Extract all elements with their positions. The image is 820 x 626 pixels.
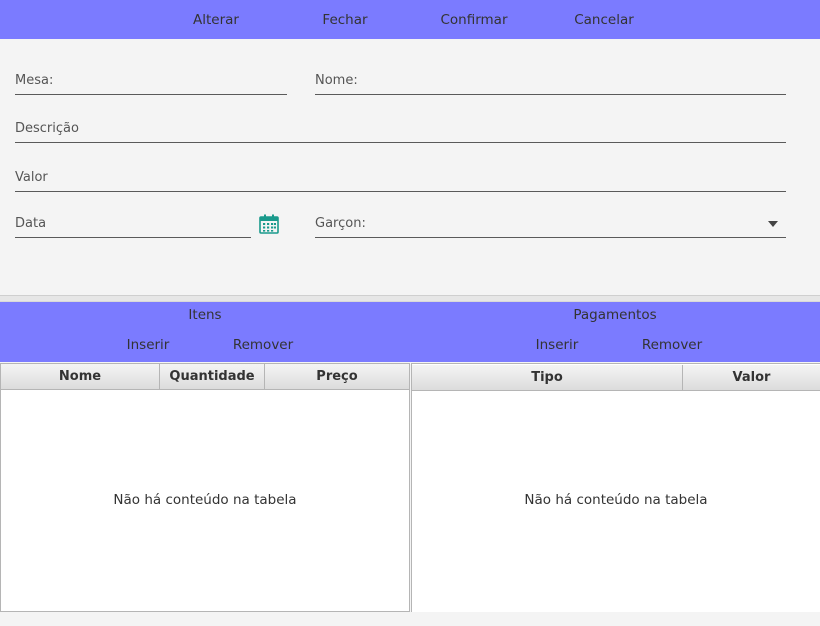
nome-field[interactable]: Nome: [315,69,786,95]
pagamentos-remover-button[interactable]: Remover [642,337,702,353]
calendar-icon[interactable] [259,214,279,234]
column-header-tipo[interactable]: Tipo [412,365,683,391]
confirmar-button[interactable]: Confirmar [440,0,507,39]
pagamentos-table-header: Tipo Valor [412,365,820,391]
itens-remover-button[interactable]: Remover [233,337,293,353]
itens-inserir-button[interactable]: Inserir [127,337,170,353]
column-header-nome[interactable]: Nome [1,364,160,390]
itens-header: Itens Inserir Remover [0,302,410,362]
nome-label: Nome: [315,73,358,88]
data-label: Data [15,216,47,231]
pagamentos-inserir-button[interactable]: Inserir [536,337,579,353]
column-header-quantidade[interactable]: Quantidade [160,364,265,390]
itens-table[interactable]: Nome Quantidade Preço Não há conteúdo na… [0,363,410,612]
garcom-select[interactable]: Garçon: [315,212,786,238]
top-toolbar: Alterar Fechar Confirmar Cancelar [0,0,820,39]
valor-label: Valor [15,170,48,185]
mesa-field[interactable]: Mesa: [15,69,287,95]
mesa-label: Mesa: [15,73,54,88]
split-divider[interactable] [0,295,820,302]
descricao-field[interactable]: Descrição [15,117,786,143]
alterar-button[interactable]: Alterar [193,0,239,39]
garcom-label: Garçon: [315,216,366,231]
valor-field[interactable]: Valor [15,166,786,192]
column-header-preco[interactable]: Preço [265,364,409,390]
chevron-down-icon[interactable] [768,221,778,227]
data-field[interactable]: Data [15,212,251,238]
descricao-label: Descrição [15,121,79,136]
itens-empty-message: Não há conteúdo na tabela [113,492,297,508]
pagamentos-header: Pagamentos Inserir Remover [410,302,820,362]
itens-title: Itens [188,307,222,323]
column-header-valor[interactable]: Valor [683,365,820,391]
pagamentos-title: Pagamentos [573,307,657,323]
itens-table-header: Nome Quantidade Preço [1,364,409,390]
pagamentos-empty-message: Não há conteúdo na tabela [524,492,708,508]
cancelar-button[interactable]: Cancelar [574,0,634,39]
order-form: Mesa: Nome: Descrição Valor Data Garçon: [0,39,820,295]
fechar-button[interactable]: Fechar [322,0,367,39]
pagamentos-table[interactable]: Tipo Valor Não há conteúdo na tabela [411,363,820,612]
